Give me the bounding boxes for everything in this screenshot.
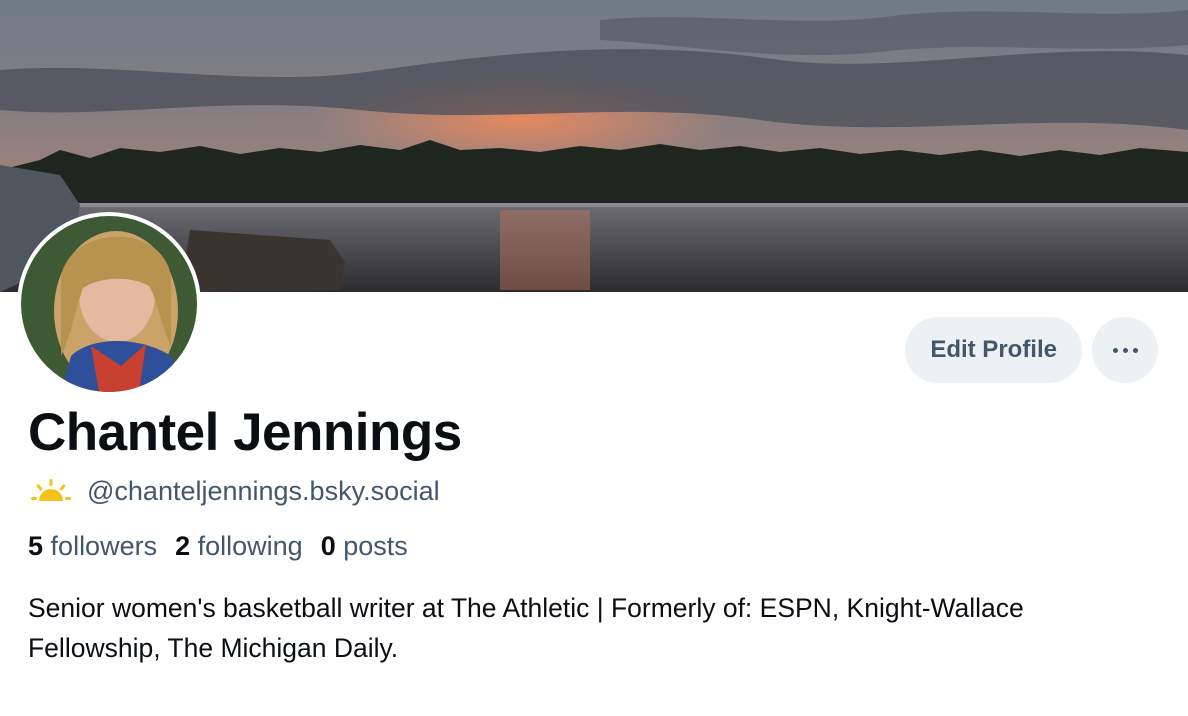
edit-profile-button[interactable]: Edit Profile xyxy=(905,317,1082,383)
followers-label: followers xyxy=(50,531,158,561)
more-horizontal-icon xyxy=(1112,347,1138,353)
following-link[interactable]: 2 following xyxy=(175,531,303,562)
followers-count: 5 xyxy=(28,531,44,561)
avatar-image xyxy=(21,216,197,392)
posts-count-item: 0 posts xyxy=(321,531,408,562)
following-count: 2 xyxy=(175,531,191,561)
profile-bio: Senior women's basketball writer at The … xyxy=(28,593,1024,663)
posts-count: 0 xyxy=(320,531,336,561)
posts-label: posts xyxy=(343,531,408,561)
handle-row: @chanteljennings.bsky.social xyxy=(29,476,440,507)
following-label: following xyxy=(197,531,303,561)
sunrise-icon xyxy=(31,478,71,501)
display-name: Chantel Jennings xyxy=(28,403,462,462)
profile-actions: Edit Profile xyxy=(905,317,1158,383)
avatar[interactable] xyxy=(17,212,201,396)
followers-link[interactable]: 5 followers xyxy=(28,531,157,562)
profile-stats: 5 followers 2 following 0 posts xyxy=(28,531,408,562)
more-options-button[interactable] xyxy=(1092,317,1158,383)
handle: @chanteljennings.bsky.social xyxy=(87,476,440,506)
